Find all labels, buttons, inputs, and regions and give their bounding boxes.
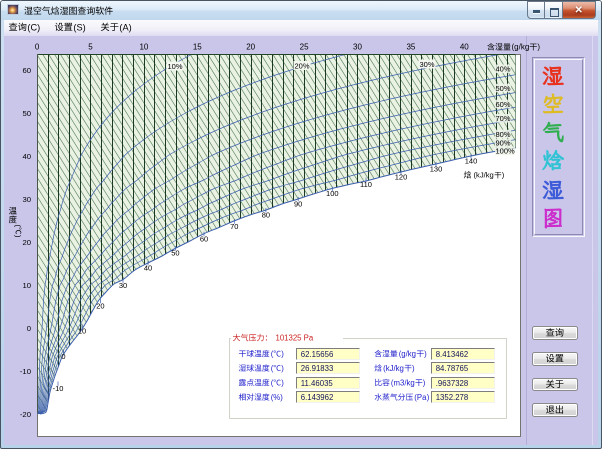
svg-text:40: 40 <box>460 43 469 52</box>
svg-text:20: 20 <box>246 43 255 52</box>
svg-text:10: 10 <box>139 43 148 52</box>
svg-text:50%: 50% <box>496 84 511 93</box>
svg-text:40%: 40% <box>496 65 511 74</box>
svg-text:80%: 80% <box>496 130 511 139</box>
svg-text:): ) <box>502 171 505 180</box>
svg-text:-20: -20 <box>20 410 31 419</box>
svg-text:-10: -10 <box>20 367 31 376</box>
svg-text:25: 25 <box>300 43 309 52</box>
svg-text:35: 35 <box>406 43 415 52</box>
svg-text:(g/kg: (g/kg <box>512 43 530 52</box>
svg-text:): ) <box>537 43 540 52</box>
svg-text:40: 40 <box>22 152 31 161</box>
svg-text:60: 60 <box>22 66 31 75</box>
svg-text:30: 30 <box>353 43 362 52</box>
svg-text:30%: 30% <box>419 60 434 69</box>
svg-text:10: 10 <box>22 281 31 290</box>
svg-text:0: 0 <box>35 43 40 52</box>
svg-text:(: ( <box>14 225 23 228</box>
svg-text:): ) <box>14 235 23 238</box>
svg-text:70%: 70% <box>496 114 511 123</box>
svg-text:15: 15 <box>193 43 202 52</box>
svg-text:10%: 10% <box>167 62 182 71</box>
svg-text:20%: 20% <box>294 62 309 71</box>
svg-text:60%: 60% <box>496 100 511 109</box>
svg-text:50: 50 <box>22 109 31 118</box>
svg-text:100%: 100% <box>496 147 516 156</box>
svg-text:(kJ/kg: (kJ/kg <box>474 171 494 180</box>
svg-text:20: 20 <box>22 238 31 247</box>
svg-text:0: 0 <box>27 324 31 333</box>
svg-text:5: 5 <box>88 43 93 52</box>
svg-text:30: 30 <box>22 195 31 204</box>
